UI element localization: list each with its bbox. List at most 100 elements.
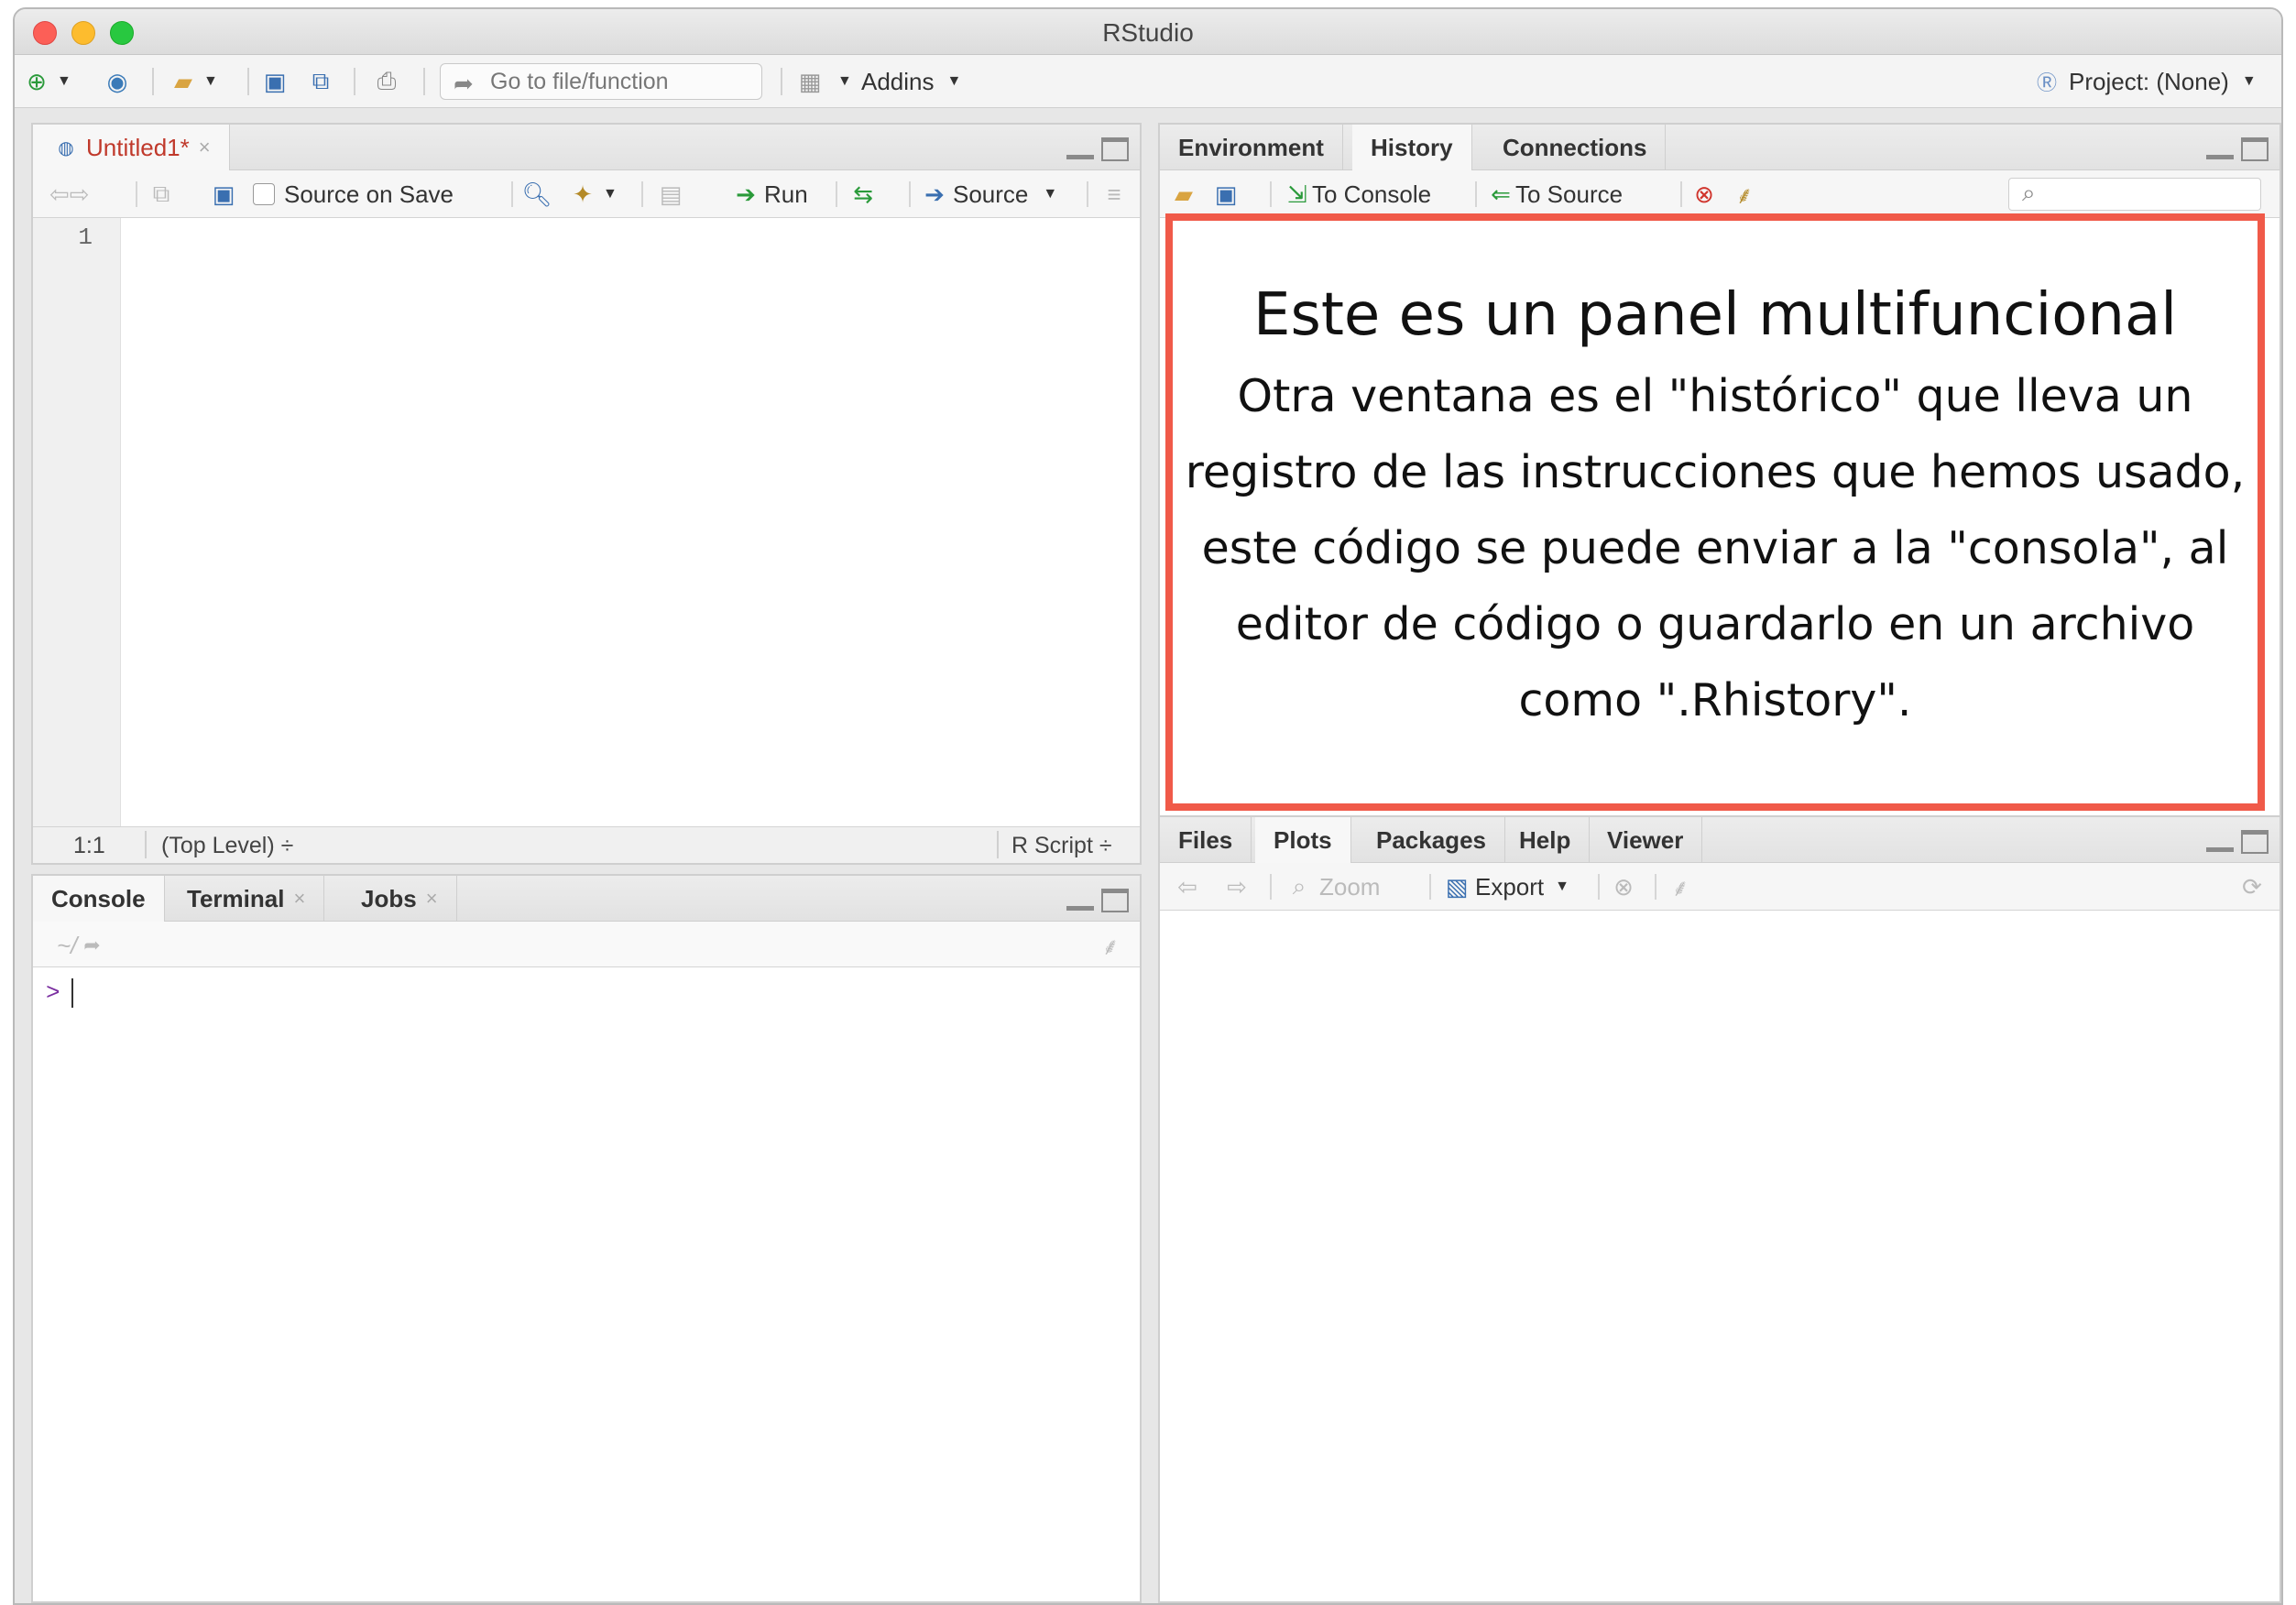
files-pane: Files Plots Packages Help Viewer ⇦ ⇨ ⌕ Z… bbox=[1158, 815, 2281, 1603]
tab-files[interactable]: Files bbox=[1160, 817, 1252, 863]
minimize-pane-icon[interactable] bbox=[2206, 830, 2234, 852]
new-file-icon: ⊕ bbox=[27, 67, 47, 95]
remove-entries-button[interactable]: ⊗ bbox=[1689, 179, 1719, 210]
source-label: Source bbox=[953, 180, 1029, 208]
new-project-icon: ◉ bbox=[106, 67, 128, 95]
new-project-button[interactable]: ◉ bbox=[103, 64, 132, 99]
plots-toolbar: ⇦ ⇨ ⌕ Zoom ▧ Export ▼ ⊗ ⸙ ⟳ bbox=[1160, 863, 2280, 911]
addins-label: Addins bbox=[861, 67, 935, 95]
source-toolbar: ⇦⇨ ⧉ ▣ Source on Save 🔍︎ ✦ ▼ ▤ ➔ Run ⇆ ➔ … bbox=[33, 170, 1140, 218]
console-prompt: > bbox=[46, 978, 60, 1007]
find-replace-button[interactable]: 🔍︎ bbox=[522, 179, 552, 210]
title-bar: RStudio bbox=[15, 9, 2281, 55]
new-file-button[interactable]: ⊕ ▼ bbox=[22, 64, 71, 99]
refresh-button[interactable]: ⟳ bbox=[2237, 871, 2267, 902]
code-editor[interactable] bbox=[123, 218, 1140, 826]
remove-plot-button[interactable]: ⊗ bbox=[1609, 871, 1638, 902]
clear-plots-button[interactable]: ⸙ bbox=[1666, 871, 1695, 902]
minimize-pane-icon[interactable] bbox=[1066, 137, 1094, 159]
print-button[interactable]: ⎙ bbox=[372, 64, 401, 99]
clear-history-button[interactable]: ⸙ bbox=[1730, 179, 1759, 210]
tab-help-label: Help bbox=[1519, 825, 1571, 854]
goto-directory-icon[interactable]: ➦ bbox=[77, 931, 106, 960]
save-file-button[interactable]: ▣ bbox=[209, 179, 238, 210]
broom-icon: ⸙ bbox=[1735, 181, 1754, 209]
broom-icon: ⸙ bbox=[1671, 874, 1689, 901]
file-type-selector[interactable]: R Script ÷ bbox=[1011, 833, 1112, 859]
run-label: Run bbox=[764, 180, 808, 208]
workspace-panes-button[interactable]: ▦ ▼ bbox=[795, 64, 852, 99]
source-tabstrip: ◍ Untitled1* × bbox=[33, 125, 1140, 170]
tab-plots[interactable]: Plots bbox=[1255, 817, 1351, 863]
save-history-button[interactable]: ▣ bbox=[1211, 179, 1241, 210]
tab-packages[interactable]: Packages bbox=[1358, 817, 1505, 863]
minimize-pane-icon[interactable] bbox=[2206, 137, 2234, 159]
environment-tabstrip: Environment History Connections bbox=[1160, 125, 2280, 170]
run-button[interactable]: ➔ Run bbox=[731, 179, 808, 210]
save-button[interactable]: ▣ bbox=[260, 64, 290, 99]
rerun-button[interactable]: ⇆ bbox=[848, 179, 878, 210]
r-file-icon: ◍ bbox=[58, 137, 74, 158]
source-on-save-checkbox[interactable]: Source on Save bbox=[253, 179, 454, 210]
export-menu[interactable]: ▧ Export ▼ bbox=[1442, 871, 1569, 902]
tab-jobs[interactable]: Jobs × bbox=[343, 876, 457, 922]
history-search-input[interactable]: ⌕ bbox=[2008, 178, 2261, 211]
save-all-button[interactable]: ⧉ bbox=[306, 64, 335, 99]
clear-console-button[interactable]: ⸙ bbox=[1096, 930, 1125, 961]
source-arrow-icon: ➔ bbox=[924, 180, 945, 208]
tab-terminal[interactable]: Terminal × bbox=[169, 876, 325, 922]
to-console-button[interactable]: ⇲ To Console bbox=[1283, 179, 1431, 210]
maximize-pane-icon[interactable] bbox=[2241, 830, 2269, 854]
close-tab-icon[interactable]: × bbox=[426, 887, 438, 911]
tab-viewer-label: Viewer bbox=[1607, 825, 1684, 854]
grid-icon: ▦ bbox=[798, 67, 822, 95]
arrow-left-icon: ⇦ bbox=[1177, 872, 1197, 901]
tab-history[interactable]: History bbox=[1352, 125, 1472, 170]
broom-icon: ⸙ bbox=[1101, 933, 1120, 960]
tab-untitled1[interactable]: ◍ Untitled1* × bbox=[33, 125, 230, 170]
source-button[interactable]: ➔ Source ▼ bbox=[920, 179, 1057, 210]
addins-menu[interactable]: Addins ▼ bbox=[861, 64, 961, 99]
to-source-button[interactable]: ⇐ To Source bbox=[1486, 179, 1623, 210]
history-callout: Este es un panel multifuncional Otra ven… bbox=[1165, 213, 2265, 811]
console-pane: Console Terminal × Jobs × ~/ ➦ ⸙ > bbox=[31, 874, 1142, 1603]
compile-report-button[interactable]: ▤ bbox=[656, 179, 685, 210]
next-plot-button[interactable]: ⇨ bbox=[1222, 871, 1252, 902]
zoom-icon: ⌕ bbox=[1292, 872, 1307, 900]
show-in-window-button[interactable]: ⧉ bbox=[147, 179, 176, 210]
minimize-pane-icon[interactable] bbox=[1066, 889, 1094, 911]
tab-files-label: Files bbox=[1178, 825, 1233, 854]
back-forward-buttons[interactable]: ⇦⇨ bbox=[49, 179, 90, 210]
tab-help[interactable]: Help bbox=[1501, 817, 1591, 863]
document-outline-button[interactable]: ≡ bbox=[1099, 179, 1129, 210]
maximize-pane-icon[interactable] bbox=[1101, 889, 1129, 912]
window-title: RStudio bbox=[1102, 18, 1194, 47]
zoom-button[interactable]: ⌕ Zoom bbox=[1285, 871, 1381, 902]
tab-connections[interactable]: Connections bbox=[1484, 125, 1667, 170]
goto-file-function-input[interactable]: ➦ Go to file/function bbox=[440, 63, 762, 100]
tab-console[interactable]: Console bbox=[33, 876, 165, 922]
r-project-icon: Ⓡ bbox=[2036, 71, 2057, 94]
close-tab-icon[interactable]: × bbox=[293, 887, 305, 911]
editor-statusbar: 1:1 (Top Level) ÷ R Script ÷ bbox=[33, 826, 1140, 863]
to-source-label: To Source bbox=[1515, 180, 1624, 208]
console-input[interactable]: > bbox=[46, 978, 73, 1008]
files-pane-controls bbox=[2206, 830, 2269, 854]
load-history-button[interactable]: ▰ bbox=[1169, 179, 1198, 210]
maximize-pane-icon[interactable] bbox=[1101, 137, 1129, 161]
project-menu[interactable]: Ⓡ Project: (None) ▼ bbox=[2032, 64, 2257, 99]
close-tab-icon[interactable]: × bbox=[199, 136, 211, 159]
open-file-button[interactable]: ▰ ▼ bbox=[169, 64, 218, 99]
tab-packages-label: Packages bbox=[1376, 825, 1486, 854]
tab-console-label: Console bbox=[51, 884, 146, 912]
working-directory-path: ~/ bbox=[57, 931, 78, 959]
main-toolbar: ⊕ ▼ ◉ ▰ ▼ ▣ ⧉ ⎙ ➦ Go to file/function ▦ ▼ A… bbox=[15, 55, 2281, 108]
zoom-label: Zoom bbox=[1319, 872, 1381, 901]
code-tools-button[interactable]: ✦ ▼ bbox=[568, 179, 618, 210]
maximize-pane-icon[interactable] bbox=[2241, 137, 2269, 161]
notebook-icon: ▤ bbox=[659, 180, 683, 208]
tab-viewer[interactable]: Viewer bbox=[1589, 817, 1703, 863]
previous-plot-button[interactable]: ⇦ bbox=[1173, 871, 1202, 902]
scope-selector[interactable]: (Top Level) ÷ bbox=[161, 833, 293, 859]
tab-environment[interactable]: Environment bbox=[1160, 125, 1343, 170]
